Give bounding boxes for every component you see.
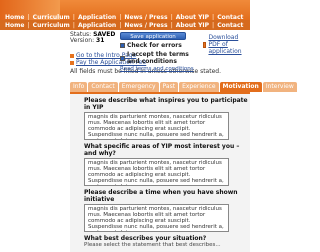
form-header: Status: SAVED Version: 31 Go to the Intr… bbox=[0, 32, 250, 80]
subnav-application[interactable]: Application bbox=[75, 22, 119, 29]
answer-textarea[interactable]: magnis dis parturient montes, nascetur r… bbox=[84, 204, 229, 232]
actions-panel: Save application Check for errors I acce… bbox=[120, 32, 200, 72]
pdf-icon bbox=[203, 41, 207, 48]
subnav-contact[interactable]: Contact bbox=[214, 22, 246, 29]
check-errors-checkbox[interactable] bbox=[120, 43, 125, 48]
section-tabs: Info Contact Emergency Past Experience M… bbox=[70, 82, 297, 92]
tab-interview[interactable]: Interview bbox=[262, 82, 297, 92]
check-errors-row[interactable]: Check for errors bbox=[120, 42, 200, 49]
answer-textarea[interactable]: magnis dis parturient montes, nascetur r… bbox=[84, 158, 229, 186]
subnav-news-press[interactable]: News / Press bbox=[121, 22, 170, 29]
accept-terms-row[interactable]: I accept the terms and conditions bbox=[120, 51, 200, 65]
subnav-home[interactable]: Home bbox=[2, 22, 27, 29]
arrow-icon bbox=[70, 53, 74, 58]
tab-emergency[interactable]: Emergency bbox=[118, 82, 159, 92]
tab-contact[interactable]: Contact bbox=[88, 82, 118, 92]
tab-info[interactable]: Info bbox=[70, 82, 88, 92]
question-title: Please describe a time when you have sho… bbox=[84, 189, 238, 203]
question-title: What specific areas of YIP most interest… bbox=[84, 143, 240, 157]
application-page: Home | Curriculum | Application | News / Pr… bbox=[0, 0, 297, 252]
motivation-section: Please describe what inspires you to par… bbox=[70, 92, 250, 252]
version-value: 31 bbox=[96, 37, 105, 44]
accept-terms-checkbox[interactable] bbox=[120, 55, 125, 61]
answer-textarea[interactable]: magnis dis parturient montes, nascetur r… bbox=[84, 112, 229, 140]
read-terms-link[interactable]: Read terms and conditions bbox=[120, 66, 200, 72]
subnav-curriculum[interactable]: Curriculum bbox=[30, 22, 73, 29]
download-pdf-link[interactable]: Download PDF of application bbox=[203, 34, 250, 55]
status-block: Status: SAVED Version: 31 bbox=[70, 31, 116, 44]
arrow-icon bbox=[70, 60, 74, 65]
subnav-about[interactable]: About YIP bbox=[173, 22, 212, 29]
tab-experience[interactable]: Experience bbox=[179, 82, 219, 92]
tab-past[interactable]: Past bbox=[159, 82, 179, 92]
save-application-button[interactable]: Save application bbox=[120, 32, 186, 40]
sub-nav: Home | Curriculum | Application | News / Pr… bbox=[0, 20, 250, 30]
tab-motivation[interactable]: Motivation bbox=[219, 82, 262, 92]
question-title: What best describes your situation? bbox=[84, 235, 207, 242]
question-title: Please describe what inspires you to par… bbox=[84, 97, 248, 111]
question-hint: Please select the statement that best de… bbox=[84, 242, 221, 248]
